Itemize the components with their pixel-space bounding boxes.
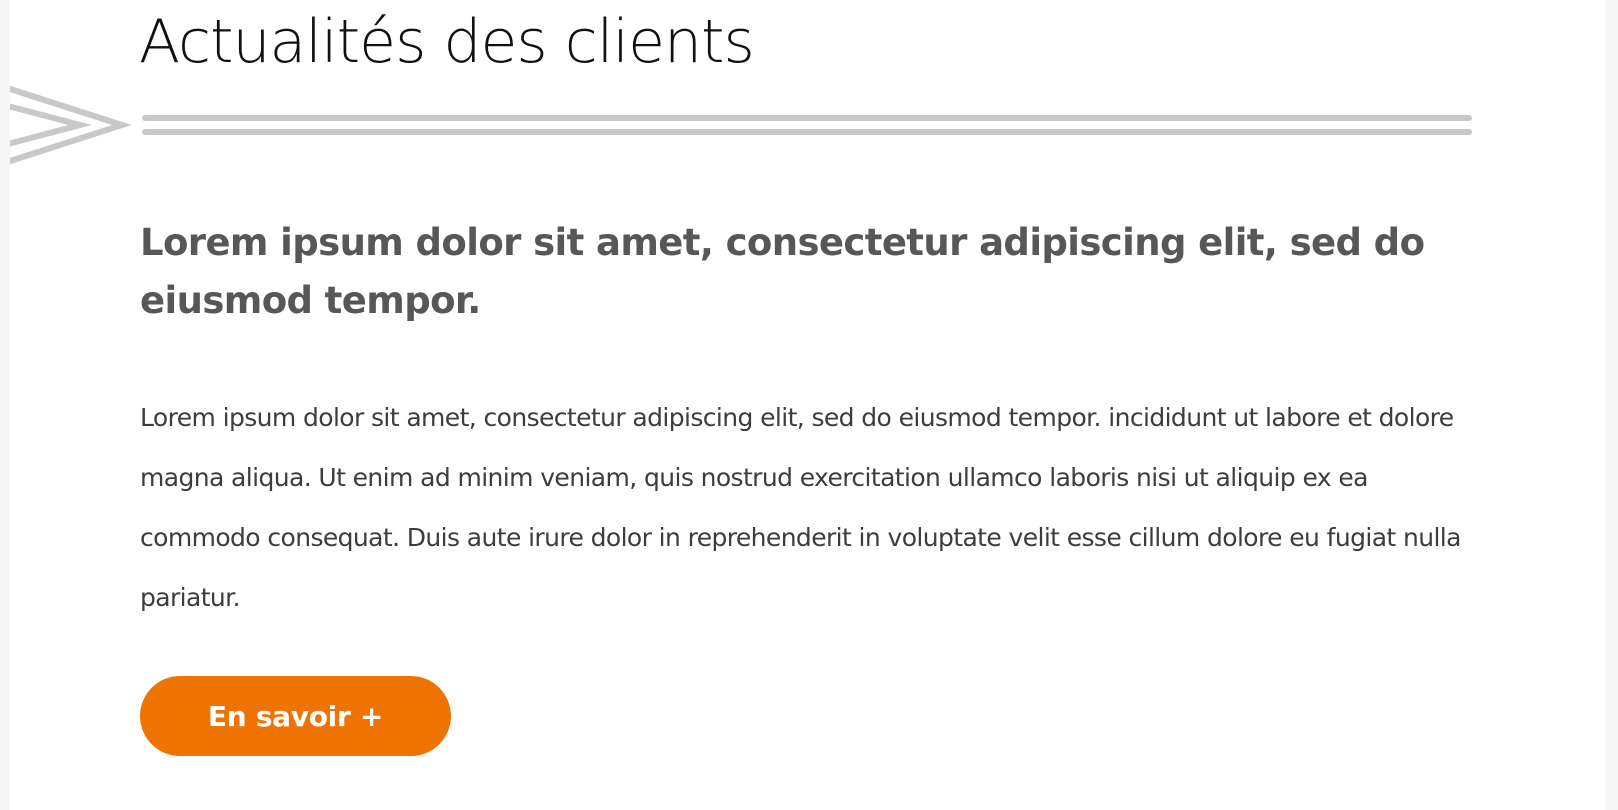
divider-lines: [142, 115, 1472, 135]
section-divider: [10, 85, 1472, 165]
section-title: Actualités des clients: [139, 7, 755, 77]
learn-more-button[interactable]: En savoir +: [140, 676, 451, 756]
article-headline: Lorem ipsum dolor sit amet, consectetur …: [140, 221, 1425, 322]
article-body: Lorem ipsum dolor sit amet, consectetur …: [140, 403, 1461, 612]
content-card: Actualités des clients Lorem ipsum dolor…: [10, 0, 1605, 810]
chevron-right-lines-icon: [10, 85, 132, 165]
